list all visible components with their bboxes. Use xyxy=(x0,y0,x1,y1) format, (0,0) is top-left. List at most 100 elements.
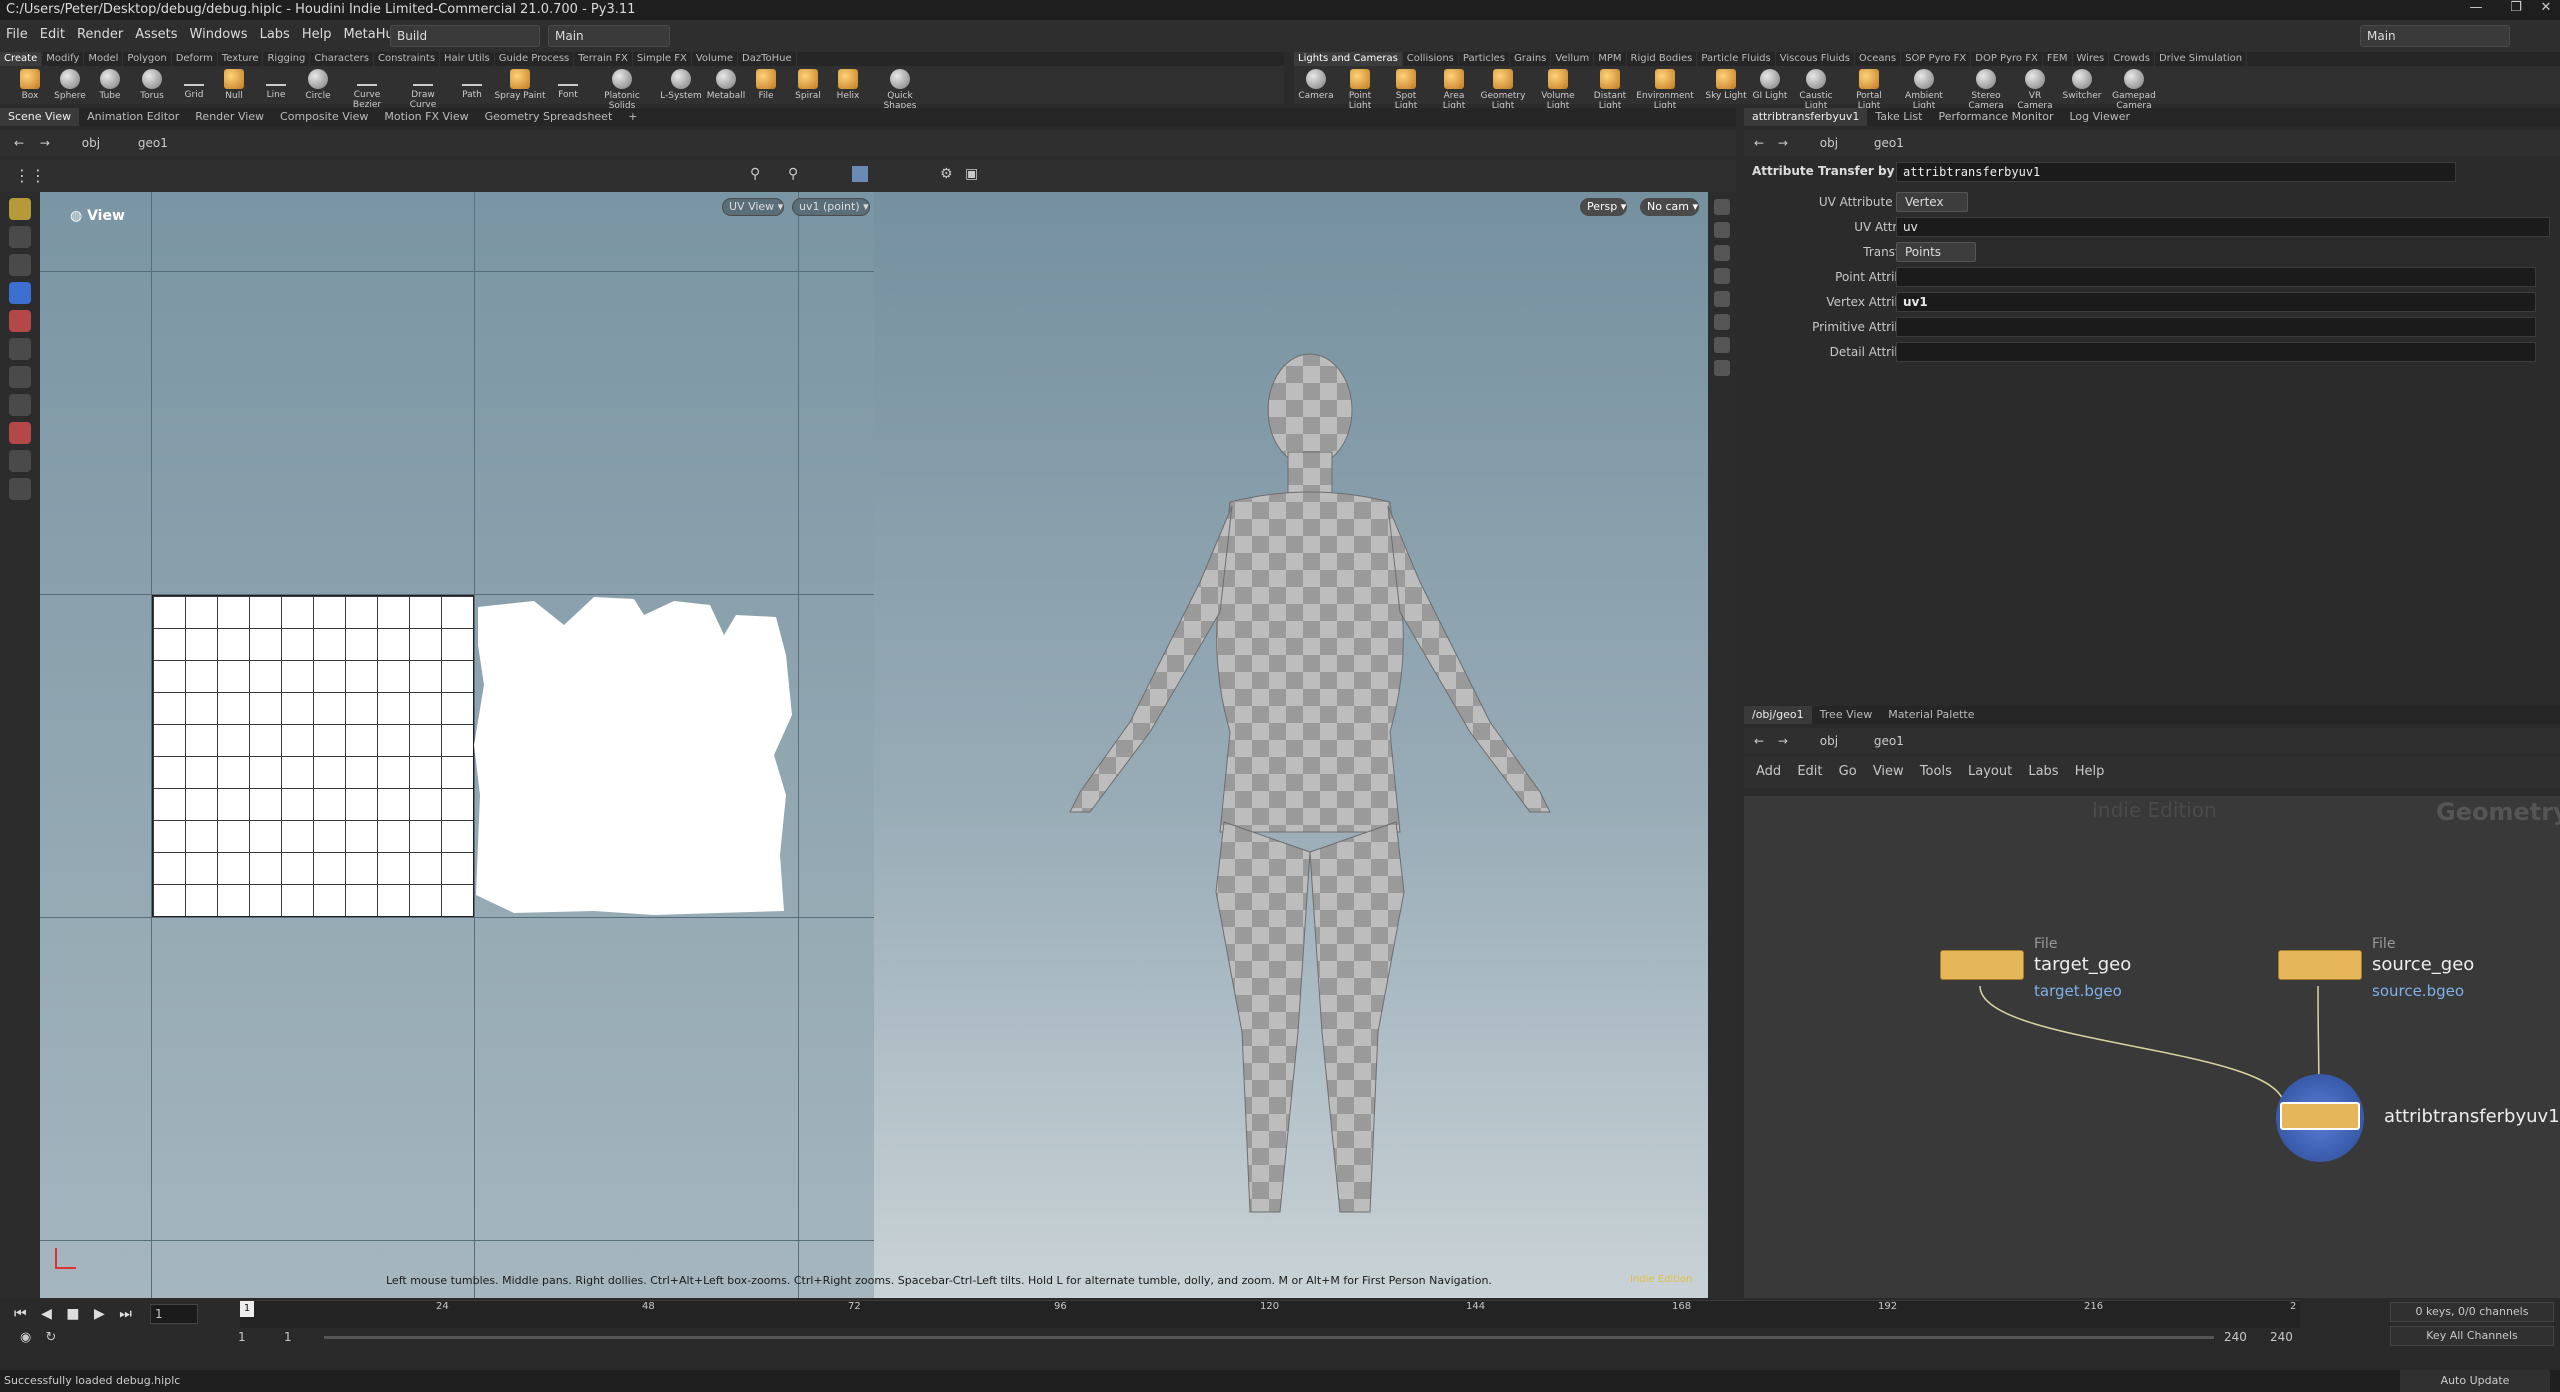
lock-icon[interactable] xyxy=(1714,222,1730,238)
menu-help[interactable]: Help xyxy=(296,20,338,50)
shelf-tab[interactable]: Simple FX xyxy=(633,52,692,66)
shelf-tab[interactable]: FEM xyxy=(2043,52,2073,66)
cam-menu[interactable]: No cam ▾ xyxy=(1640,198,1699,216)
forward-icon[interactable]: → xyxy=(1778,734,1788,748)
shelf-tab[interactable]: Deform xyxy=(172,52,218,66)
path-geo1[interactable]: geo1 xyxy=(1874,136,1904,150)
shelf-tab[interactable]: Particle Fluids xyxy=(1697,52,1776,66)
brush-tool-icon[interactable] xyxy=(9,394,31,416)
shelf-tab[interactable]: Grains xyxy=(1510,52,1552,66)
scene-viewport[interactable]: ◍ View UV View ▾ uv1 (point) ▾ Persp ▾ N… xyxy=(40,192,1708,1298)
shelf-tab[interactable]: MPM xyxy=(1594,52,1627,66)
node-file-label[interactable]: target.bgeo xyxy=(2034,982,2122,1000)
tool-platonic-solids[interactable]: Platonic Solids xyxy=(600,66,644,111)
camera-settings-icon[interactable]: ⚙ xyxy=(940,166,953,182)
realtime-icon[interactable]: ◉ xyxy=(20,1330,31,1345)
forward-icon[interactable]: → xyxy=(40,136,50,150)
uv-attribute-menu[interactable]: uv1 (point) ▾ xyxy=(792,198,870,216)
tab-render-view[interactable]: Render View xyxy=(187,108,272,126)
network-menu-tools[interactable]: Tools xyxy=(1920,764,1952,779)
keys-channels-button[interactable]: 0 keys, 0/0 channels xyxy=(2390,1302,2554,1322)
tool-spiral[interactable]: Spiral xyxy=(786,66,830,104)
tool-ambient-light[interactable]: Ambient Light xyxy=(1896,66,1952,111)
path-geo1[interactable]: geo1 xyxy=(138,136,168,150)
back-icon[interactable]: ← xyxy=(14,136,24,150)
persp-menu[interactable]: Persp ▾ xyxy=(1580,198,1628,216)
shelf-tab[interactable]: Volume xyxy=(692,52,739,66)
menu-labs[interactable]: Labs xyxy=(254,20,296,50)
pose-tool-icon[interactable] xyxy=(9,366,31,388)
tool-caustic-light[interactable]: Caustic Light xyxy=(1788,66,1844,111)
magnet-tool-icon[interactable] xyxy=(9,422,31,444)
shelf-tab[interactable]: Oceans xyxy=(1855,52,1902,66)
shelf-tab[interactable]: Guide Process xyxy=(495,52,575,66)
tool-box[interactable]: Box xyxy=(8,66,52,104)
current-frame-field[interactable]: 1 xyxy=(150,1304,198,1324)
node-target-geo[interactable] xyxy=(1940,950,2024,980)
menu-file[interactable]: File xyxy=(0,20,34,50)
move-tool-icon[interactable] xyxy=(9,226,31,248)
shelf-tab[interactable]: Modify xyxy=(42,52,85,66)
path-geo1[interactable]: geo1 xyxy=(1874,734,1904,748)
scale-tool-icon[interactable] xyxy=(9,310,31,332)
snap-icon[interactable]: ⚲ xyxy=(788,166,798,182)
tool-geometry-light[interactable]: Geometry Light xyxy=(1478,66,1528,111)
network-menu-edit[interactable]: Edit xyxy=(1797,764,1822,779)
add-tab-icon[interactable]: + xyxy=(620,108,645,126)
shelf-tab[interactable]: Crowds xyxy=(2109,52,2155,66)
minimize-button[interactable]: — xyxy=(2456,0,2496,20)
tool-path[interactable]: Path xyxy=(450,66,494,104)
tool-point-light[interactable]: Point Light xyxy=(1338,66,1382,111)
render-icon[interactable]: ▣ xyxy=(965,166,978,182)
tool-stereo-camera[interactable]: Stereo Camera xyxy=(1964,66,2008,111)
node-attribtransferbyuv1[interactable] xyxy=(2276,1074,2364,1162)
jump-start-icon[interactable]: ⏮ xyxy=(14,1306,27,1322)
lock-tool-icon[interactable] xyxy=(9,282,31,304)
play-icon[interactable]: ▶ xyxy=(94,1306,105,1322)
jump-end-icon[interactable]: ⏭ xyxy=(119,1306,132,1322)
tool-l-system[interactable]: L-System xyxy=(656,66,706,104)
detail-attributes-field[interactable] xyxy=(1896,342,2536,362)
tab-material-palette[interactable]: Material Palette xyxy=(1880,706,1982,724)
step-back-icon[interactable]: ◀ xyxy=(41,1306,52,1322)
rotate-tool-icon[interactable] xyxy=(9,254,31,276)
loop-icon[interactable]: ↻ xyxy=(45,1330,56,1345)
network-menu-layout[interactable]: Layout xyxy=(1968,764,2012,779)
tool-file[interactable]: File xyxy=(744,66,788,104)
shelf-tab[interactable]: DazToHue xyxy=(738,52,797,66)
shelf-tab[interactable]: Rigging xyxy=(263,52,311,66)
range-slider[interactable] xyxy=(324,1336,2214,1339)
network-menu-add[interactable]: Add xyxy=(1756,764,1781,779)
tool-switcher[interactable]: Switcher xyxy=(2060,66,2104,104)
key-all-channels-button[interactable]: Key All Channels xyxy=(2390,1326,2554,1346)
tool-circle[interactable]: Circle xyxy=(296,66,340,104)
network-menu-labs[interactable]: Labs xyxy=(2028,764,2058,779)
point-attributes-field[interactable] xyxy=(1896,267,2536,287)
shelf-tab[interactable]: Drive Simulation xyxy=(2155,52,2248,66)
tool-portal-light[interactable]: Portal Light xyxy=(1844,66,1894,111)
menu-edit[interactable]: Edit xyxy=(34,20,71,50)
shelf-tab[interactable]: Constraints xyxy=(374,52,441,66)
tool-quick-shapes[interactable]: Quick Shapes xyxy=(872,66,928,111)
tab-network[interactable]: /obj/geo1 xyxy=(1744,706,1812,724)
handle-tool-icon[interactable] xyxy=(9,338,31,360)
shelf-tab[interactable]: DOP Pyro FX xyxy=(1971,52,2043,66)
range-start[interactable]: 1 xyxy=(238,1330,246,1344)
tab-log-viewer[interactable]: Log Viewer xyxy=(2062,108,2139,126)
tool-spray-paint[interactable]: Spray Paint xyxy=(494,66,546,104)
shelf-tab[interactable]: Hair Utils xyxy=(440,52,495,66)
display-option-icon[interactable]: ⚲ xyxy=(750,166,760,182)
shelf-tab[interactable]: Polygon xyxy=(123,52,172,66)
uv-attribute-class-select[interactable]: Vertex xyxy=(1896,192,1968,212)
tool-line[interactable]: Line xyxy=(254,66,298,104)
tab-tree-view[interactable]: Tree View xyxy=(1812,706,1881,724)
tool-environment-light[interactable]: Environment Light xyxy=(1634,66,1696,111)
normals-icon[interactable] xyxy=(1714,291,1730,307)
tool-volume-light[interactable]: Volume Light xyxy=(1532,66,1584,111)
tool-torus[interactable]: Torus xyxy=(130,66,174,104)
shading-icon[interactable] xyxy=(1714,314,1730,330)
playhead[interactable]: 1 xyxy=(240,1301,254,1317)
tool-distant-light[interactable]: Distant Light xyxy=(1584,66,1636,111)
tab-take-list[interactable]: Take List xyxy=(1867,108,1930,126)
shelf-tab[interactable]: Texture xyxy=(218,52,264,66)
